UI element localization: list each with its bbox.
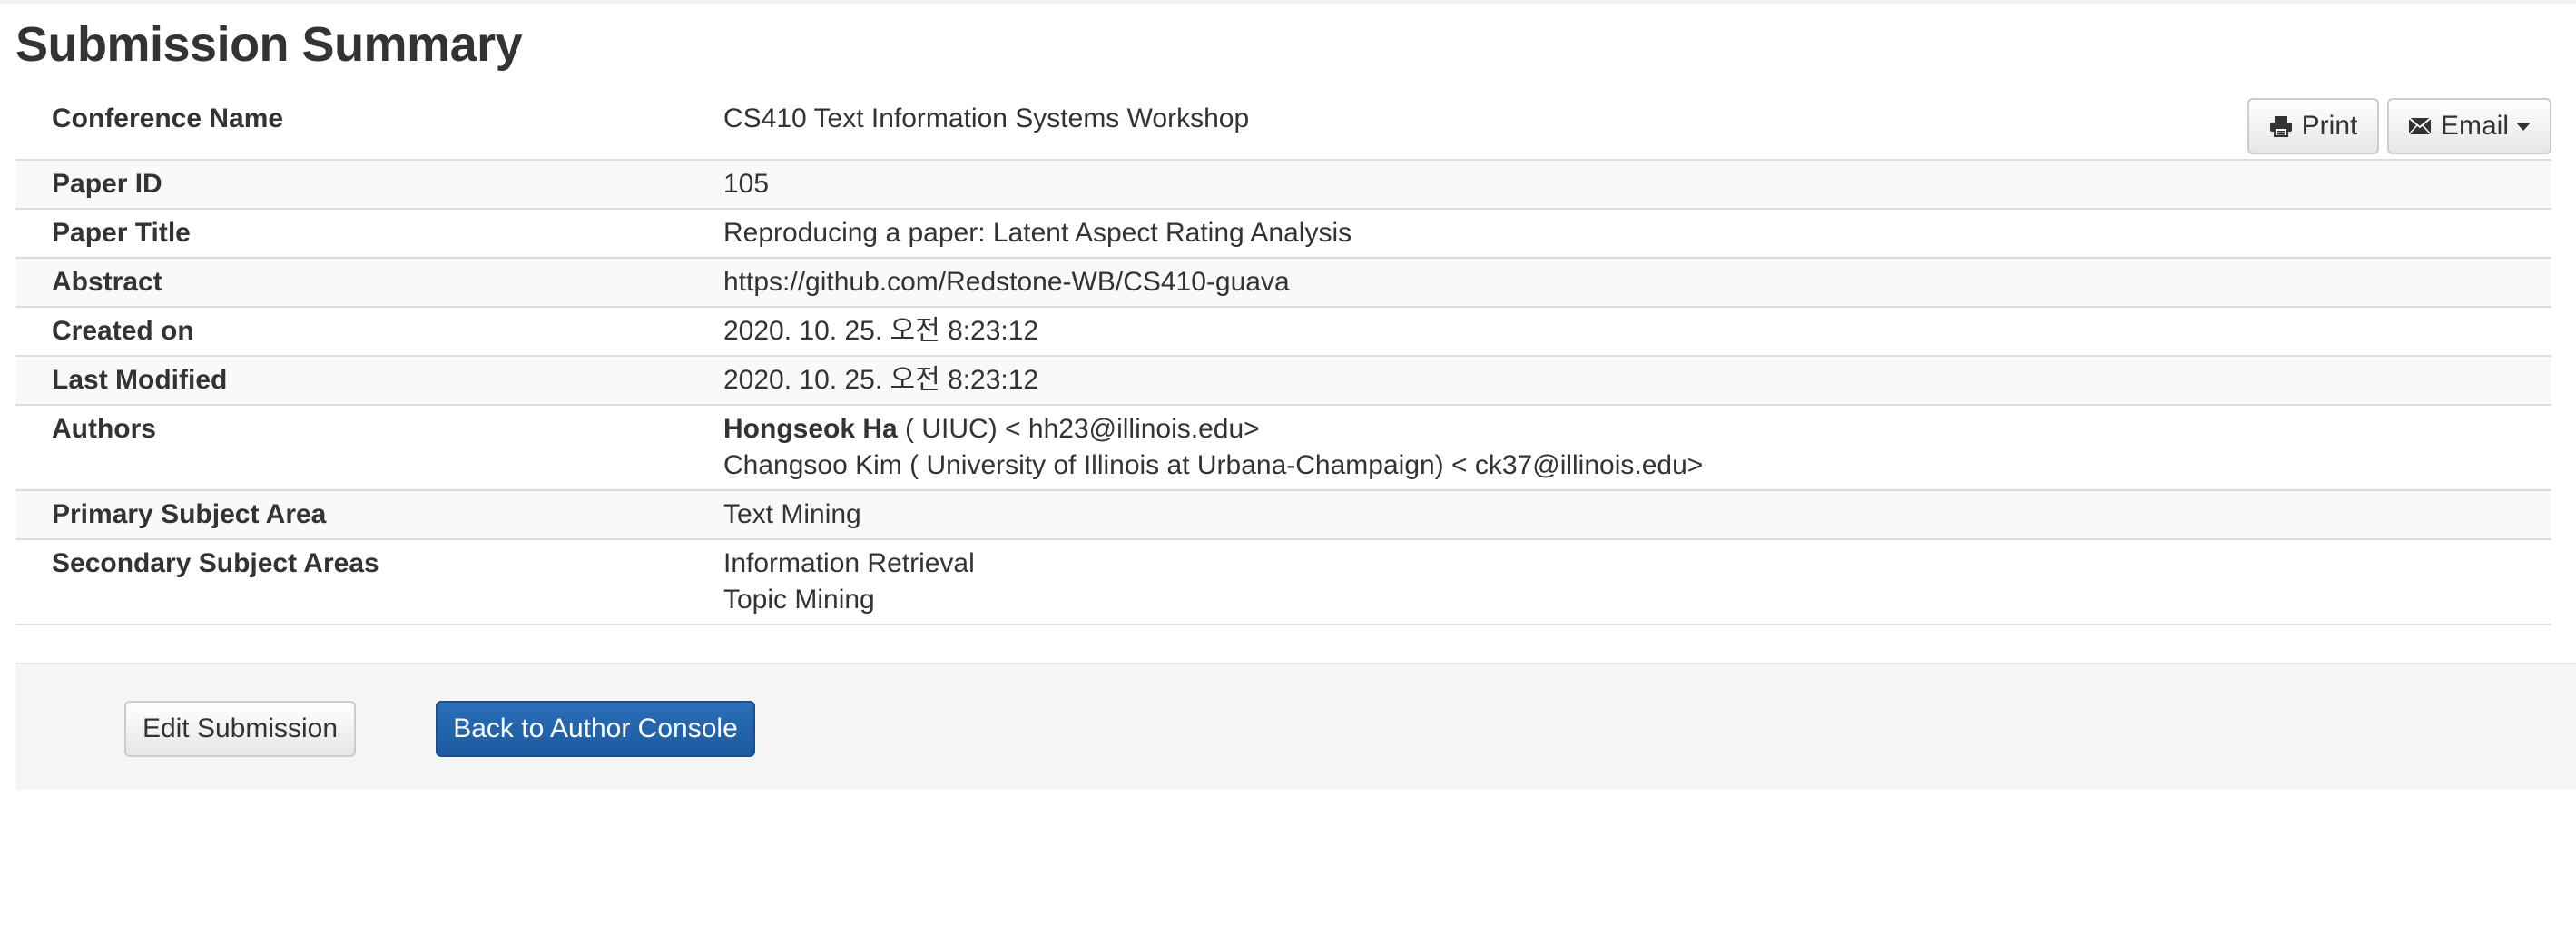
row-conference-name: Conference Name CS410 Text Information S… [15,98,2551,161]
created-on-value: 2020. 10. 25. 오전 8:23:12 [723,316,1039,346]
author-detail: ( University of Illinois at Urbana-Champ… [901,450,1704,480]
print-button[interactable]: Print [2247,98,2379,154]
printer-icon [2269,115,2293,137]
abstract-value: https://github.com/Redstone-WB/CS410-gua… [723,267,1290,297]
form-actions: Edit Submission Back to Author Console [15,663,2576,790]
abstract-label: Abstract [52,267,162,297]
author-detail: ( UIUC) < hh23@illinois.edu> [897,414,1260,444]
top-border [0,0,2576,4]
authors-label: Authors [52,414,156,444]
author-item: Changsoo Kim ( University of Illinois at… [723,448,1703,484]
authors-list: Hongseok Ha ( UIUC) < hh23@illinois.edu>… [723,411,1703,484]
secondary-subject-areas-list: Information Retrieval Topic Mining [723,546,975,618]
header-button-group: Print Email [2247,98,2551,154]
envelope-icon [2408,117,2432,135]
edit-submission-button[interactable]: Edit Submission [124,701,356,757]
paper-title-value: Reproducing a paper: Latent Aspect Ratin… [723,218,1352,248]
row-abstract: Abstract https://github.com/Redstone-WB/… [15,259,2551,308]
author-name: Hongseok Ha [723,414,898,444]
paper-title-label: Paper Title [52,218,191,248]
row-last-modified: Last Modified 2020. 10. 25. 오전 8:23:12 [15,357,2551,406]
created-on-label: Created on [52,316,194,346]
page-title: Submission Summary [15,17,523,72]
print-label: Print [2301,111,2358,141]
last-modified-label: Last Modified [52,365,228,395]
paper-id-value: 105 [723,169,770,199]
email-dropdown-button[interactable]: Email [2387,98,2551,154]
row-primary-subject-area: Primary Subject Area Text Mining [15,491,2551,540]
last-modified-value: 2020. 10. 25. 오전 8:23:12 [723,365,1039,395]
primary-subject-area-value: Text Mining [723,499,861,529]
conference-name-label: Conference Name [52,103,284,133]
row-created-on: Created on 2020. 10. 25. 오전 8:23:12 [15,308,2551,357]
email-label: Email [2440,111,2509,141]
row-paper-title: Paper Title Reproducing a paper: Latent … [15,210,2551,259]
row-paper-id: Paper ID 105 [15,161,2551,210]
back-to-author-console-button[interactable]: Back to Author Console [436,701,755,757]
row-authors: Authors Hongseok Ha ( UIUC) < hh23@illin… [15,406,2551,491]
subject-area-item: Information Retrieval [723,548,975,578]
subject-area-item: Topic Mining [723,585,875,615]
secondary-subject-areas-label: Secondary Subject Areas [52,548,379,578]
row-secondary-subject-areas: Secondary Subject Areas Information Retr… [15,540,2551,625]
caret-down-icon [2516,122,2531,131]
paper-id-label: Paper ID [52,169,162,199]
submission-summary-table: Conference Name CS410 Text Information S… [15,98,2551,625]
author-item: Hongseok Ha ( UIUC) < hh23@illinois.edu> [723,411,1703,448]
author-name: Changsoo Kim [723,450,902,480]
primary-subject-area-label: Primary Subject Area [52,499,327,529]
conference-name-value: CS410 Text Information Systems Workshop [723,103,1250,133]
